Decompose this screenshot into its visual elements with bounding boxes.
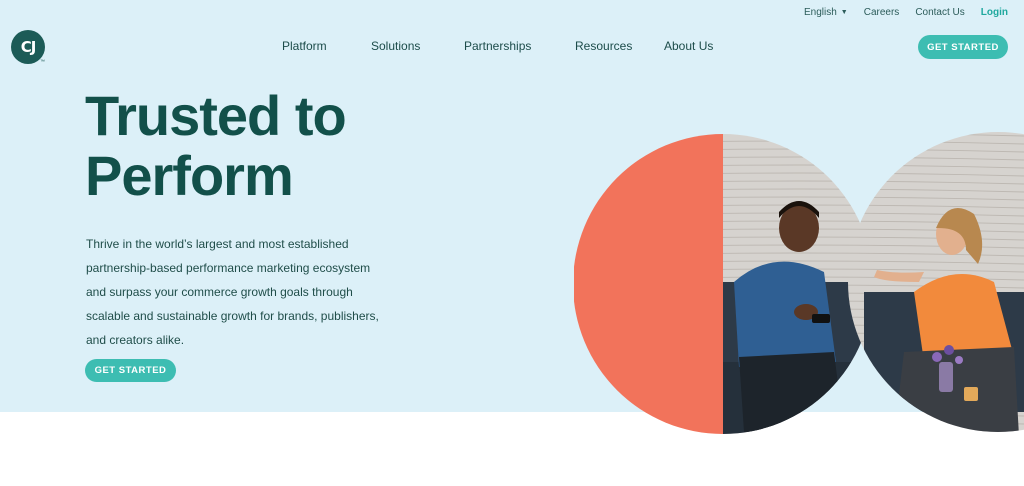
get-started-hero-button[interactable]: GET STARTED	[85, 359, 176, 382]
nav-item-platform[interactable]: Platform	[282, 39, 327, 53]
description-line: Thrive in the world’s largest and most e…	[86, 237, 349, 251]
utility-nav: English ▼ Careers Contact Us Login	[788, 7, 1008, 18]
hero-photo-graphic	[573, 132, 1024, 436]
nav-item-partnerships[interactable]: Partnerships	[464, 39, 531, 53]
nav-item-resources[interactable]: Resources	[575, 39, 632, 53]
nav-item-solutions[interactable]: Solutions	[371, 39, 420, 53]
caret-down-icon: ▼	[840, 9, 848, 16]
contact-us-link[interactable]: Contact Us	[915, 7, 964, 18]
trademark-symbol: ™	[40, 59, 45, 65]
language-label: English	[803, 7, 837, 18]
get-started-header-button[interactable]: GET STARTED	[918, 35, 1008, 59]
description-line: and surpass your commerce growth goals t…	[86, 285, 353, 299]
careers-link[interactable]: Careers	[864, 7, 900, 18]
login-link[interactable]: Login	[981, 7, 1008, 18]
headline-line-1: Trusted to	[85, 84, 347, 147]
language-selector[interactable]: English ▼	[804, 7, 848, 18]
headline-line-2: Perform	[85, 144, 294, 207]
description-line: and creators alike.	[86, 333, 185, 347]
hero-description: Thrive in the world’s largest and most e…	[86, 232, 386, 352]
nav-item-about-us[interactable]: About Us	[664, 39, 713, 53]
description-line: partnership-based performance marketing …	[86, 261, 371, 275]
coral-half-circle	[573, 134, 723, 434]
hero-illustration	[573, 132, 1024, 434]
description-line: scalable and sustainable growth for bran…	[86, 309, 379, 323]
logo-mark: CJ	[20, 38, 37, 56]
hero-headline: Trusted to Perform	[85, 84, 347, 207]
